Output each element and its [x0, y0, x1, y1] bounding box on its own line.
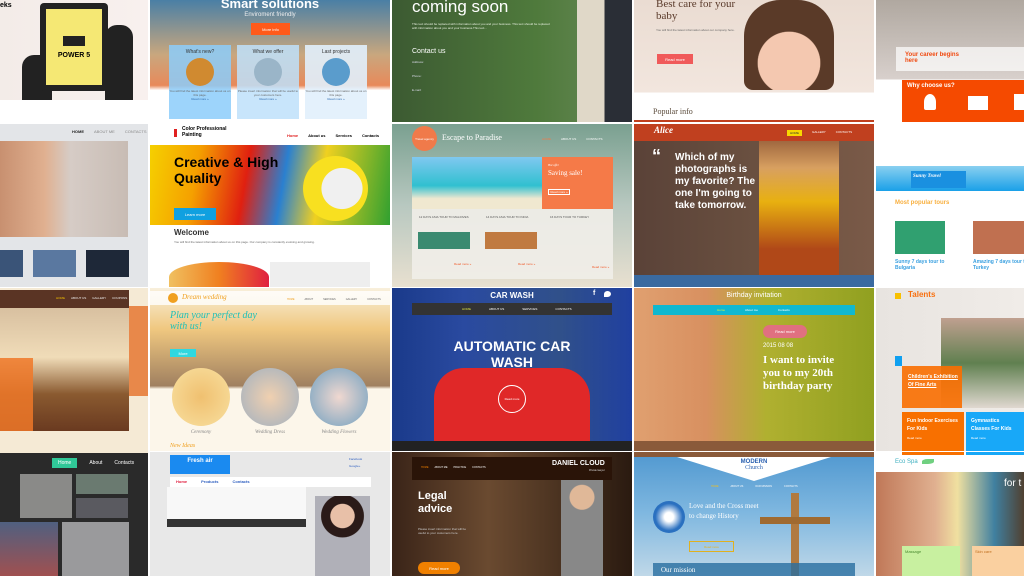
paint-logo-icon [174, 129, 177, 137]
template-color-painting[interactable]: Color Professional Painting Home About us… [150, 124, 390, 287]
talents-logo-icon [895, 293, 901, 299]
baby-photo [744, 0, 834, 90]
beach-photo [412, 157, 542, 209]
quote-icon: “ [652, 146, 661, 166]
dove-icon [653, 501, 685, 533]
air-conditioner [167, 487, 306, 527]
woman-yellow-photo [759, 141, 839, 276]
woman-photo [315, 496, 370, 576]
template-fresh-air[interactable]: Fresh air Facebook Google+ Home Products Co… [150, 452, 390, 576]
template-baby-care[interactable]: Best care for your baby You will find th… [634, 0, 874, 122]
tablet: POWER 5 [40, 3, 108, 91]
template-lawyer[interactable]: HOME ABOUT ME PRACTICE CONTACTS DANIEL CLOU… [392, 452, 632, 576]
template-alice[interactable]: Alice HOME GALLERY CONTACTS “ Which of my … [634, 124, 874, 287]
template-sunny-travel[interactable]: Sunny Travel Most popular tours Sunny 7 … [876, 124, 1024, 287]
template-power[interactable]: eks POWER 5 [0, 0, 148, 100]
template-portfolio-man[interactable]: HOME ABOUT ME CONTACTS [0, 124, 148, 287]
template-modern-church[interactable]: MODERN Church HOME ABOUT US OUR MISSION CON… [634, 452, 874, 576]
hand-right [105, 25, 133, 100]
template-photographer[interactable]: Home About Contacts [0, 453, 148, 576]
document-icon [1014, 94, 1024, 110]
leaf-icon [922, 459, 934, 464]
wedding-logo-icon [168, 293, 178, 303]
template-soap[interactable]: HOME ABOUT US GALLERY COUPONS [0, 288, 148, 453]
template-birthday[interactable]: Birthday invitation Home About me Contacts… [634, 288, 874, 451]
template-talents[interactable]: Talents Children's Exhibition Of Fine Ar… [876, 288, 1024, 451]
template-dream-wedding[interactable]: Dream wedding HOME ABOUT SERVICES GALLERY CO… [150, 288, 390, 451]
template-smart-solutions[interactable]: Smart solutions Enviroment friendly More… [150, 0, 390, 122]
twitter-icon[interactable] [604, 291, 611, 297]
template-career[interactable]: Your career begins here Why choose us? [876, 0, 1024, 122]
man-photo [0, 141, 128, 237]
man-suit-photo [547, 480, 617, 576]
template-car-wash[interactable]: CAR WASH f HOME ABOUT US SERVICES CONTACTS … [392, 288, 632, 451]
template-eco-spa[interactable]: Eco Spa for t Massage Skin care [876, 452, 1024, 576]
template-coming-soon[interactable]: coming soon This text should be replaced… [392, 0, 632, 122]
reader-icon [924, 94, 936, 110]
battery-icon [63, 35, 85, 46]
couple-photo [577, 0, 632, 122]
briefcase-icon [968, 96, 988, 110]
facebook-icon[interactable]: f [593, 290, 595, 297]
template-escape-paradise[interactable]: Travel agency Escape to Paradise HOME ABO… [392, 124, 632, 287]
